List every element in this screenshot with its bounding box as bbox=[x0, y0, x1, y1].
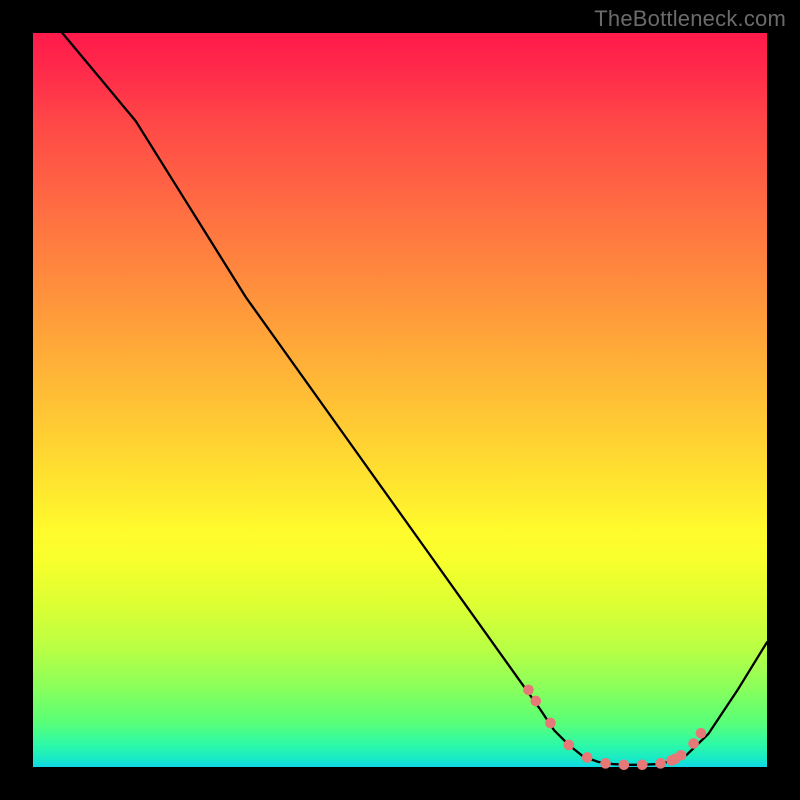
highlight-dot bbox=[637, 760, 648, 771]
highlight-dot bbox=[688, 738, 699, 749]
highlight-dot bbox=[676, 750, 687, 761]
plot-area bbox=[33, 33, 767, 767]
highlight-dot bbox=[696, 728, 707, 739]
highlight-dot bbox=[600, 758, 611, 769]
highlight-dot bbox=[523, 685, 534, 696]
highlight-dot bbox=[545, 718, 556, 729]
highlight-dot bbox=[530, 696, 541, 707]
highlight-dot bbox=[655, 758, 666, 769]
curve-line bbox=[62, 33, 767, 765]
highlight-dot bbox=[582, 752, 593, 763]
chart-frame: TheBottleneck.com bbox=[0, 0, 800, 800]
chart-svg bbox=[33, 33, 767, 767]
highlight-dots bbox=[523, 685, 706, 770]
watermark-text: TheBottleneck.com bbox=[594, 6, 786, 32]
highlight-dot bbox=[564, 740, 575, 751]
highlight-dot bbox=[619, 760, 630, 771]
